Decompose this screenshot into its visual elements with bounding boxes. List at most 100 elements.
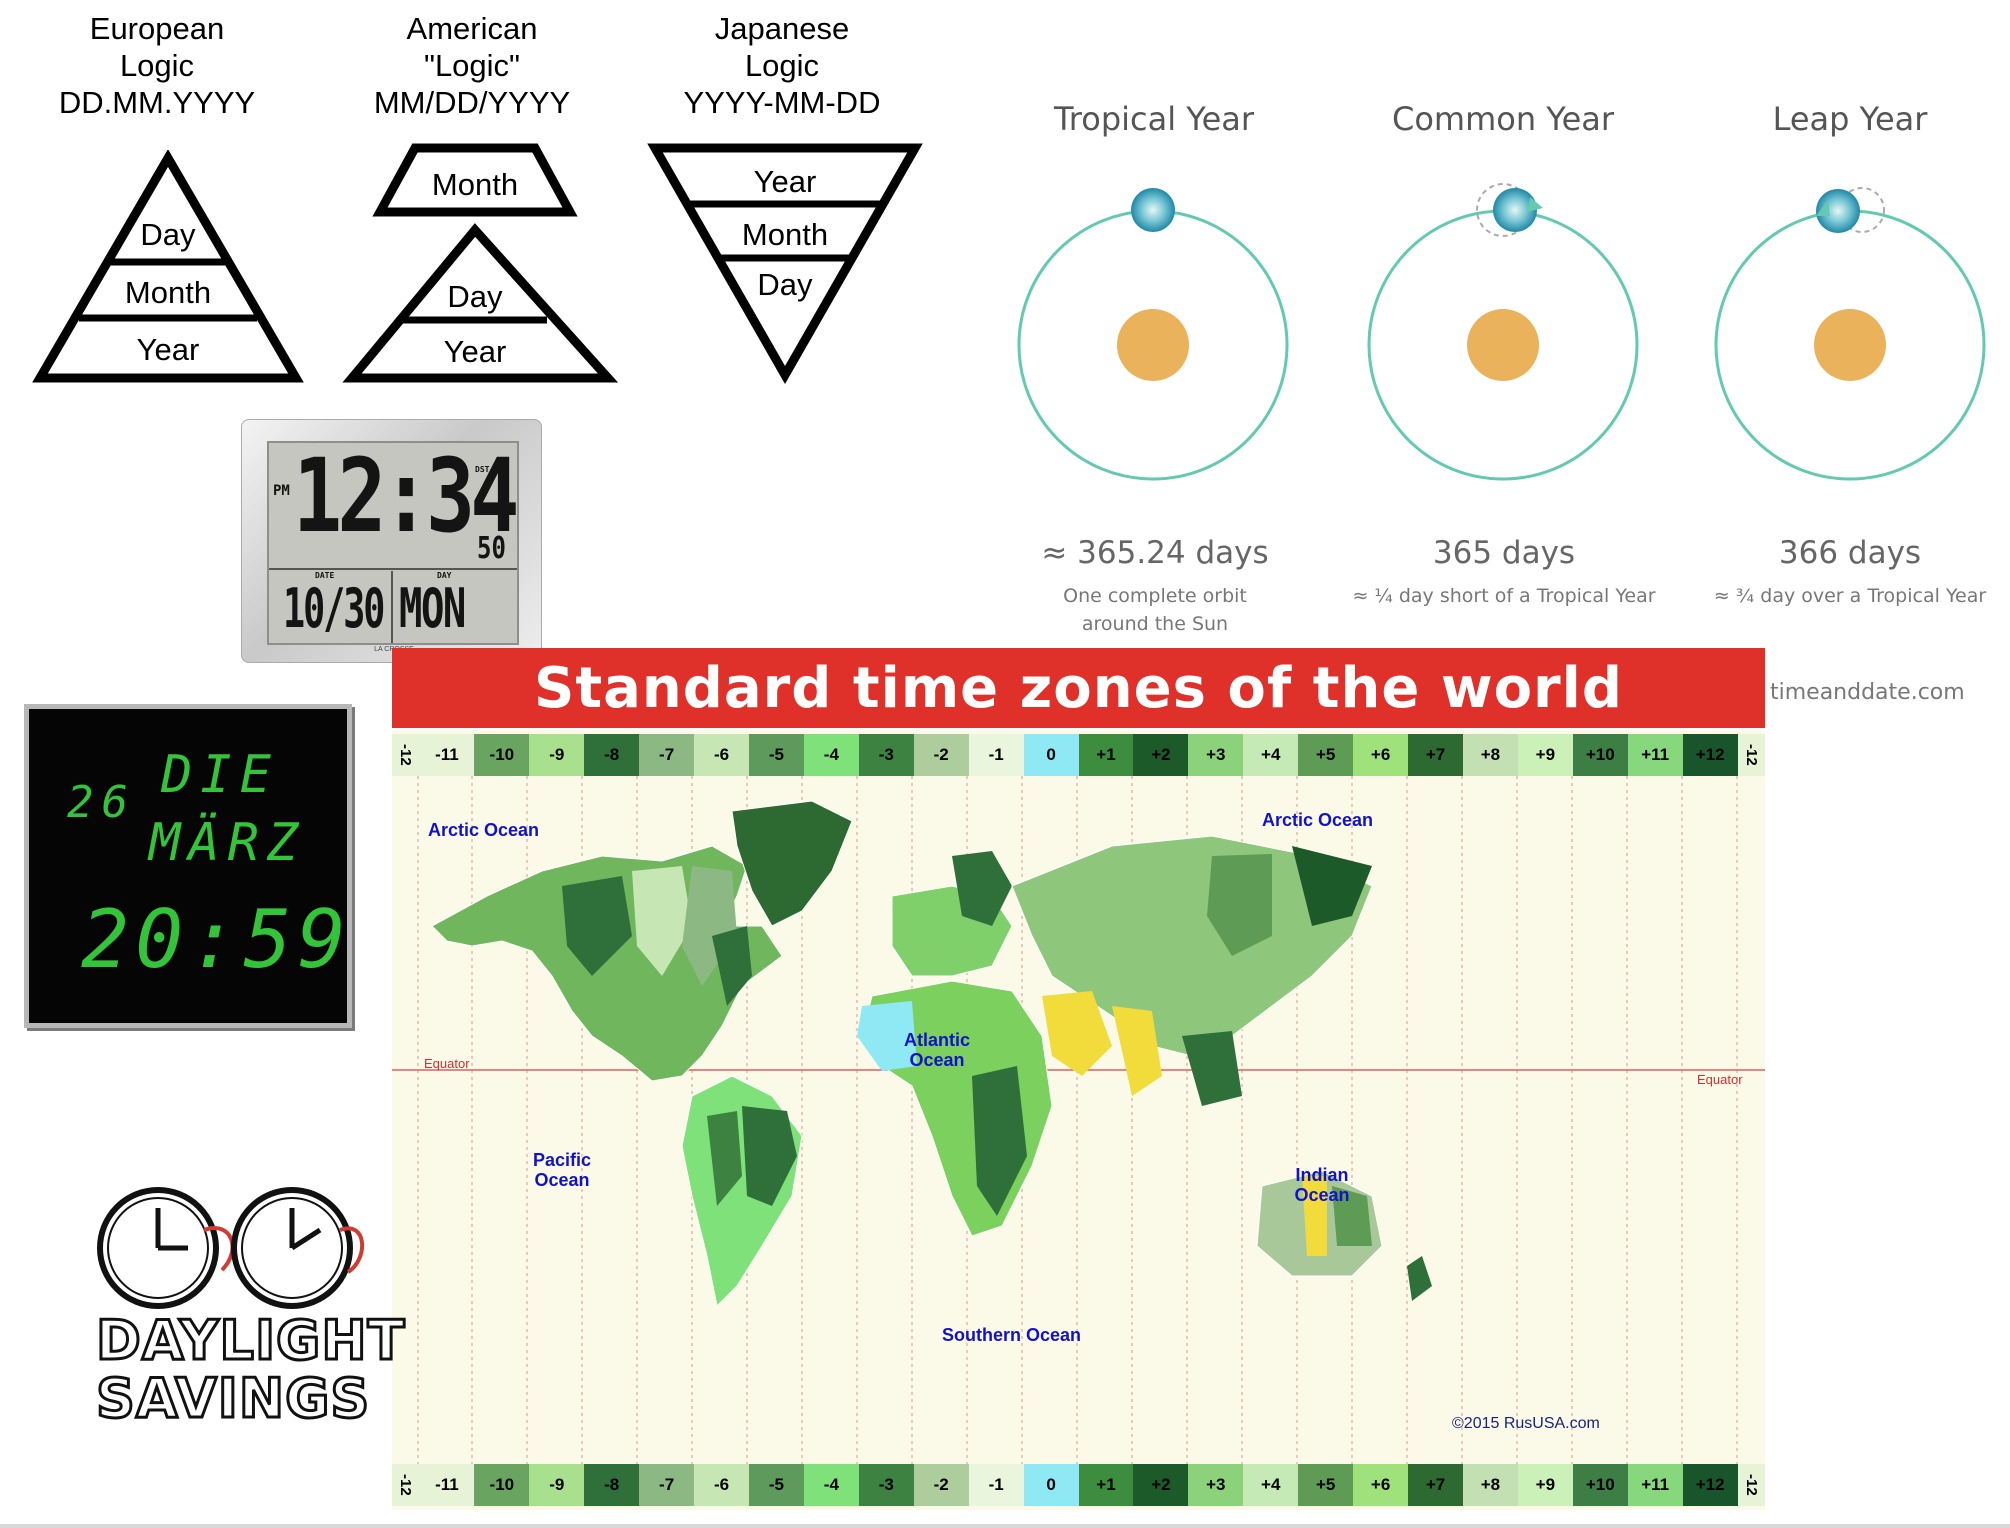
orbit-credit: timeanddate.com — [1770, 680, 1965, 705]
time-zone-cell: -8 — [584, 734, 640, 776]
time-zone-cell: -3 — [858, 1464, 914, 1506]
lcd-ampm: PM — [273, 483, 290, 499]
lcd-divider — [269, 568, 517, 570]
orbit-days-leap: 366 days — [1778, 535, 1922, 571]
time-zone-cell: +9 — [1517, 1464, 1573, 1506]
lcd-screen: PM 12:34 DST 50 DATE DAY 10/30 MON — [267, 437, 519, 645]
japanese-pyramid: Year Month Day — [647, 143, 923, 385]
lcd-seconds: 50 — [477, 531, 506, 566]
orbit-title-leap: Leap Year — [1772, 100, 1928, 138]
american-pyramid: Month Day Year — [342, 143, 619, 383]
time-zone-cell: +10 — [1572, 1464, 1628, 1506]
time-zone-cell: 0 — [1023, 1464, 1079, 1506]
sun-icon — [1814, 309, 1886, 381]
orbit-title-tropical: Tropical Year — [1053, 100, 1255, 138]
time-zone-cell: -3 — [858, 734, 914, 776]
lcd-day: MON — [399, 577, 466, 640]
time-zone-cell: -12 — [392, 734, 420, 776]
time-zone-cell: -12 — [392, 1464, 420, 1506]
time-zone-cell: -2 — [913, 734, 969, 776]
new-zealand-landmass — [1407, 1256, 1432, 1301]
american-tier-year: Year — [444, 334, 507, 369]
earth-icon — [1131, 188, 1175, 232]
time-zone-cell: +12 — [1682, 734, 1738, 776]
daylight-savings-text: DAYLIGHT SAVINGS — [95, 1309, 406, 1430]
time-zone-cell: +2 — [1133, 734, 1189, 776]
time-zone-cell: +2 — [1133, 1464, 1189, 1506]
time-zone-cell: -4 — [803, 1464, 859, 1506]
sun-icon — [1117, 309, 1189, 381]
orbit-leap — [1714, 187, 1986, 481]
time-zone-cell: -1 — [968, 1464, 1024, 1506]
orbit-common — [1367, 183, 1639, 481]
european-heading: European Logic DD.MM.YYYY — [58, 11, 256, 120]
european-tier-month: Month — [125, 275, 211, 310]
ocean-label-indian: Indian Ocean — [1294, 1165, 1350, 1205]
time-zone-cell: +1 — [1078, 734, 1134, 776]
time-zone-map: -12 -11 -10 -9 -8 -7 -6 -5 -4 -3 -2 -1 0 +1 +2 +3 +4 +5 +6… — [392, 730, 1765, 1510]
european-tier-year: Year — [137, 332, 200, 367]
time-zone-cell: -11 — [419, 734, 475, 776]
time-zone-cell: -10 — [474, 734, 530, 776]
ocean-label-arctic-right: Arctic Ocean — [1262, 810, 1374, 830]
orbit-tropical — [1017, 188, 1289, 481]
time-zone-cell: +1 — [1078, 1464, 1134, 1506]
time-zone-cell: +10 — [1572, 734, 1628, 776]
european-pyramid: Day Month Year — [32, 150, 304, 383]
time-zone-cell: +5 — [1298, 1464, 1354, 1506]
time-zone-cell: +9 — [1517, 734, 1573, 776]
world-map — [392, 776, 1765, 1464]
time-zone-cell: 0 — [1023, 734, 1079, 776]
south-america-landmass — [681, 1075, 803, 1308]
bottom-rule — [0, 1524, 2010, 1528]
time-zone-cell: +11 — [1627, 1464, 1683, 1506]
time-zone-cell: +4 — [1243, 1464, 1299, 1506]
ocean-label-pacific: Pacific Ocean — [532, 1150, 592, 1190]
led-wall-clock: 26 DIE MÄRZ 20:59 — [24, 704, 352, 1028]
time-zone-cell: +6 — [1353, 734, 1409, 776]
japanese-heading: Japanese Logic YYYY-MM-DD — [683, 11, 881, 120]
time-zone-cell: -10 — [474, 1464, 530, 1506]
japanese-tier-year: Year — [754, 164, 817, 199]
led-weekday: DIE — [161, 745, 279, 805]
time-zone-cell: +5 — [1298, 734, 1354, 776]
time-zone-strip-bottom: -12 -11 -10 -9 -8 -7 -6 -5 -4 -3 -2 -1 0 +1 +2 +3 +4 +5 +6… — [392, 1464, 1765, 1506]
time-zone-cell: +12 — [1682, 1464, 1738, 1506]
orbit-diagrams — [1017, 183, 1986, 481]
time-zone-cell: +3 — [1188, 734, 1244, 776]
orbit-note-common: ≈ ¼ day short of a Tropical Year — [1352, 585, 1656, 607]
equator-label-left: Equator — [424, 1056, 470, 1071]
time-zone-cell: -6 — [694, 1464, 749, 1506]
orbit-note-leap: ≈ ¾ day over a Tropical Year — [1713, 585, 1987, 607]
time-zone-cell: +11 — [1627, 734, 1683, 776]
japanese-tier-day: Day — [757, 267, 813, 302]
time-zone-cell: -12 — [1737, 734, 1765, 776]
orbit-days-tropical: ≈ 365.24 days — [1041, 535, 1269, 571]
orbit-days-common: 365 days — [1432, 535, 1576, 571]
time-zone-cell: -4 — [803, 734, 859, 776]
greenland-landmass — [731, 800, 853, 927]
time-zone-cell: -12 — [1737, 1464, 1765, 1506]
lcd-wall-clock: PM 12:34 DST 50 DATE DAY 10/30 MON LA CR… — [241, 419, 542, 663]
time-zone-cell: +8 — [1462, 734, 1518, 776]
lcd-divider-vertical — [391, 571, 393, 643]
time-zone-cell: -5 — [748, 1464, 804, 1506]
time-zone-cell: +4 — [1243, 734, 1299, 776]
lcd-dst: DST — [475, 465, 490, 474]
map-copyright: ©2015 RusUSA.com — [1452, 1415, 1600, 1432]
ocean-label-southern: Southern Ocean — [942, 1325, 1082, 1345]
time-zone-cell: +3 — [1188, 1464, 1244, 1506]
time-zone-cell: -1 — [968, 734, 1024, 776]
time-zone-cell: +8 — [1462, 1464, 1518, 1506]
time-zone-cell: -9 — [529, 734, 585, 776]
time-zone-cell: +6 — [1353, 1464, 1409, 1506]
time-zone-cell: +7 — [1408, 734, 1463, 776]
clock-icon — [231, 1187, 353, 1309]
ocean-label-atlantic: Atlantic Ocean — [903, 1030, 970, 1070]
time-zone-cell: -7 — [639, 1464, 695, 1506]
orbit-note-tropical: One complete orbit around the Sun — [1063, 585, 1247, 635]
time-zone-cell: -8 — [584, 1464, 640, 1506]
led-time: 20:59 — [81, 893, 352, 986]
time-zone-cell: +7 — [1408, 1464, 1463, 1506]
map-title: Standard time zones of the world — [392, 648, 1765, 728]
